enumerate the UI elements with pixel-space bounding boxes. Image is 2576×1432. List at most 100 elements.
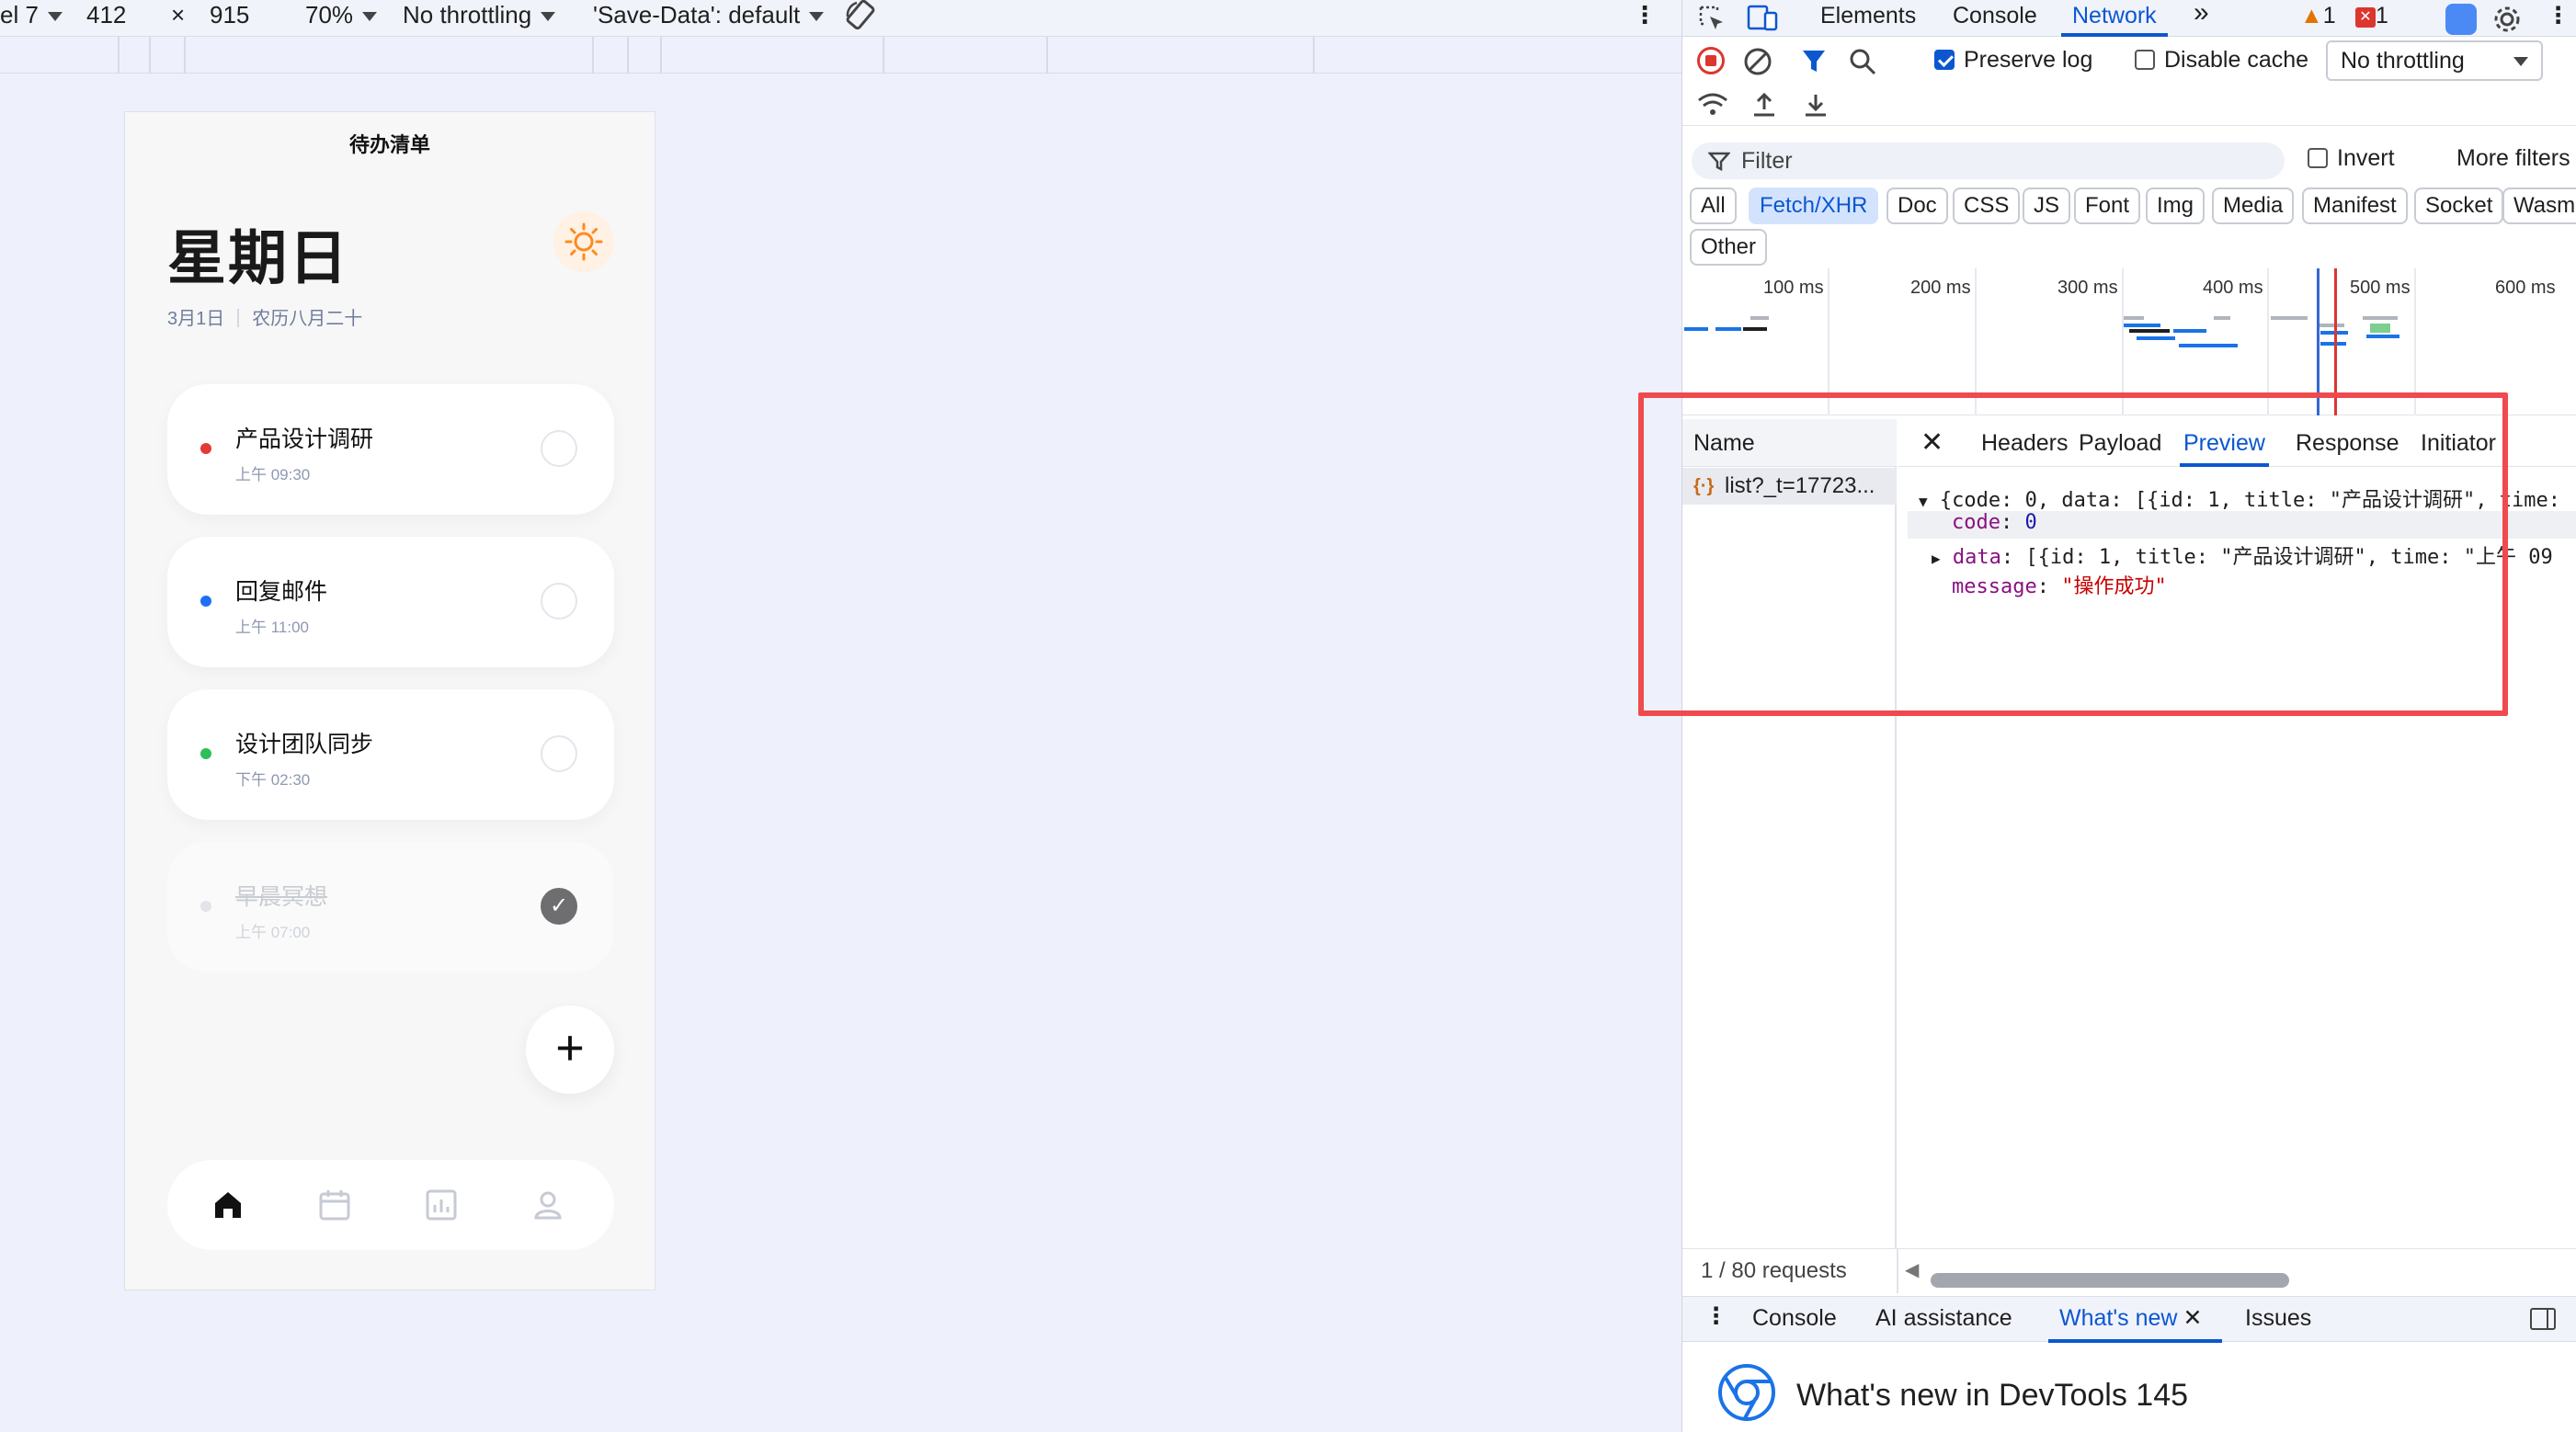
task-checkbox[interactable]	[541, 583, 577, 619]
warnings-badge[interactable]: ▲1	[2300, 0, 2336, 37]
close-icon[interactable]: ✕	[2183, 1305, 2202, 1331]
device-toolbar: el 7 412 × 915 70% No throttling 'Save-D…	[0, 0, 1681, 37]
preview-code-line[interactable]: code: 0	[1908, 511, 2576, 539]
more-options-icon[interactable]: ⋮	[1633, 0, 1657, 33]
type-media[interactable]: Media	[2212, 188, 2295, 224]
task-checkbox[interactable]	[541, 735, 577, 772]
invert-label: Invert	[2337, 145, 2395, 171]
scroll-left-icon[interactable]: ◀	[1905, 1258, 1919, 1281]
task-item[interactable]: 回复邮件 上午 11:00	[167, 537, 614, 667]
upload-icon[interactable]	[1750, 91, 1778, 119]
task-title: 早晨冥想	[235, 884, 328, 910]
request-row[interactable]: {·} list?_t=17723...	[1682, 468, 1897, 505]
add-task-button[interactable]: +	[526, 1006, 614, 1094]
dock-side-icon[interactable]	[2530, 1308, 2556, 1330]
home-icon[interactable]	[210, 1187, 246, 1223]
dom-content-loaded-marker	[2317, 268, 2320, 415]
fetch-xhr-icon: {·}	[1693, 476, 1715, 496]
type-other[interactable]: Other	[1690, 229, 1768, 266]
task-item-completed[interactable]: 早晨冥想 上午 07:00 ✓	[167, 842, 614, 972]
drawer-menu-icon[interactable]: ⋮	[1704, 1301, 1727, 1337]
download-icon[interactable]	[1802, 91, 1829, 119]
checkbox-unchecked	[2308, 148, 2328, 168]
type-wasm[interactable]: Wasm	[2502, 188, 2576, 224]
tab-response[interactable]: Response	[2296, 419, 2399, 467]
more-options-icon[interactable]: ⋮	[2547, 0, 2570, 37]
whats-new-panel: What's new in DevTools 145	[1682, 1343, 2576, 1432]
more-filters-button[interactable]: More filters	[2456, 145, 2570, 172]
timeline-bar	[2129, 329, 2170, 333]
tab-elements[interactable]: Elements	[1820, 0, 1916, 37]
filter-input[interactable]: Filter	[1692, 142, 2285, 179]
tab-initiator[interactable]: Initiator	[2421, 419, 2496, 467]
chevron-down-icon	[809, 12, 825, 22]
rotate-icon[interactable]	[844, 0, 877, 31]
close-icon[interactable]: ✕	[1921, 419, 1943, 467]
preserve-log-checkbox[interactable]: Preserve log	[1934, 47, 2092, 74]
disable-cache-checkbox[interactable]: Disable cache	[2135, 47, 2308, 74]
task-checkbox-checked[interactable]: ✓	[541, 888, 577, 925]
profile-icon[interactable]	[530, 1187, 566, 1223]
detail-tab-bar: ✕ Headers Payload Preview Response Initi…	[1898, 419, 2576, 467]
network-conditions-icon[interactable]	[1697, 91, 1728, 119]
type-font[interactable]: Font	[2074, 188, 2141, 224]
gear-icon[interactable]	[2491, 4, 2523, 35]
preview-root-line[interactable]: ▼ {code: 0, data: [{id: 1, title: "产品设计调…	[1919, 483, 2560, 513]
drawer-tab-console[interactable]: Console	[1752, 1302, 1837, 1339]
stats-icon[interactable]	[423, 1187, 460, 1223]
network-toolbar: Preserve log Disable cache No throttling	[1682, 38, 2576, 126]
sync-icon[interactable]	[2445, 4, 2477, 35]
code-value: 0	[2024, 511, 2037, 534]
type-img[interactable]: Img	[2146, 188, 2206, 224]
filter-placeholder: Filter	[1741, 148, 1793, 174]
filter-icon[interactable]	[1800, 47, 1831, 76]
type-js[interactable]: JS	[2023, 188, 2071, 224]
tab-preview[interactable]: Preview	[2180, 419, 2269, 467]
ruler-tick	[592, 37, 594, 74]
resource-type-filters: All Fetch/XHR Doc CSS JS Font Img Media …	[1682, 182, 2576, 267]
type-all[interactable]: All	[1690, 188, 1737, 224]
task-item[interactable]: 设计团队同步 下午 02:30	[167, 689, 614, 820]
height-input[interactable]: 915	[210, 0, 249, 33]
tab-payload[interactable]: Payload	[2079, 419, 2161, 467]
tab-headers[interactable]: Headers	[1981, 419, 2069, 467]
type-manifest[interactable]: Manifest	[2302, 188, 2408, 224]
task-title: 产品设计调研	[235, 426, 374, 452]
errors-badge[interactable]: ✕ 1	[2355, 0, 2388, 37]
network-throttling-select[interactable]: No throttling	[2326, 40, 2543, 81]
task-checkbox[interactable]	[541, 430, 577, 467]
horizontal-scrollbar[interactable]	[1931, 1273, 2289, 1288]
chrome-devtools-logo-icon	[1718, 1364, 1775, 1421]
clear-icon[interactable]	[1743, 47, 1772, 76]
tab-console[interactable]: Console	[1953, 0, 2037, 37]
timeline-bar	[2319, 324, 2344, 327]
preview-data-line[interactable]: ▶ data: [{id: 1, title: "产品设计调研", time: …	[1932, 540, 2553, 570]
type-doc[interactable]: Doc	[1886, 188, 1948, 224]
task-item[interactable]: 产品设计调研 上午 09:30	[167, 384, 614, 515]
tab-network[interactable]: Network	[2061, 0, 2168, 37]
bottom-nav	[167, 1160, 614, 1250]
invert-checkbox[interactable]: Invert	[2308, 145, 2395, 172]
task-title: 回复邮件	[235, 579, 328, 605]
theme-toggle[interactable]	[553, 211, 614, 272]
drawer-tab-ai-assistance[interactable]: AI assistance	[1875, 1302, 2012, 1339]
device-toolbar-icon[interactable]	[1747, 4, 1778, 33]
save-data-select[interactable]: 'Save-Data': default	[593, 0, 825, 33]
type-css[interactable]: CSS	[1953, 188, 2021, 224]
record-stop-icon[interactable]	[1697, 47, 1725, 74]
preview-message-line[interactable]: message: "操作成功"	[1952, 570, 2167, 599]
drawer-tab-issues[interactable]: Issues	[2245, 1302, 2311, 1339]
inspect-element-icon[interactable]	[1697, 4, 1727, 33]
width-input[interactable]: 412	[86, 0, 126, 33]
drawer-tab-whats-new[interactable]: What's new ✕	[2048, 1302, 2223, 1343]
throttling-select[interactable]: No throttling	[403, 0, 556, 33]
name-column-header[interactable]: Name	[1682, 419, 1897, 467]
chevron-down-icon	[47, 12, 63, 22]
calendar-icon[interactable]	[316, 1187, 353, 1223]
search-icon[interactable]	[1848, 47, 1877, 76]
type-fetch-xhr[interactable]: Fetch/XHR	[1749, 188, 1879, 224]
type-socket[interactable]: Socket	[2414, 188, 2504, 224]
zoom-select[interactable]: 70%	[305, 0, 378, 33]
device-select[interactable]: el 7	[0, 0, 63, 33]
more-tabs-icon[interactable]: »	[2194, 0, 2209, 37]
